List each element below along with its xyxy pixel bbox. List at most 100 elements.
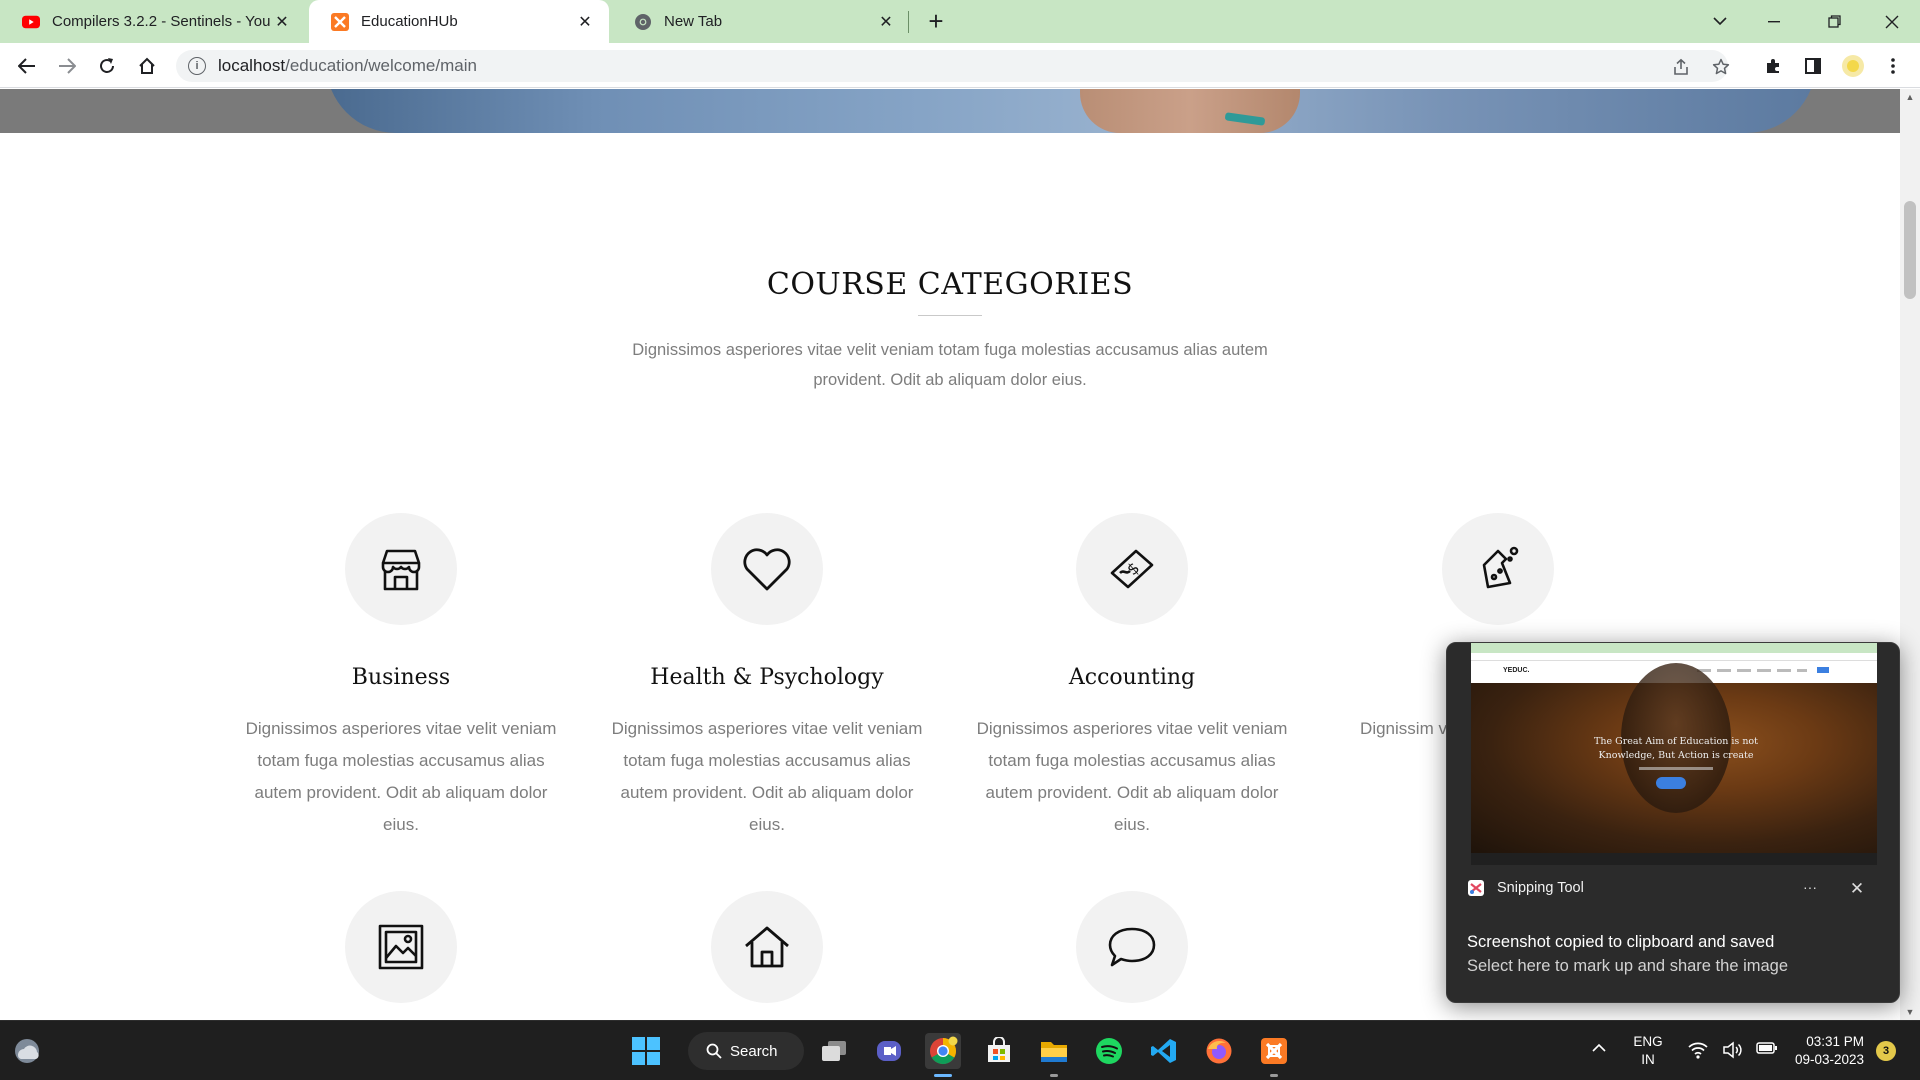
bookmark-star-icon[interactable] [1710, 56, 1732, 78]
windows-start-icon[interactable] [628, 1033, 664, 1069]
minimize-button[interactable] [1746, 0, 1802, 43]
page-scrollbar[interactable]: ▲ ▼ [1900, 89, 1920, 1020]
toast-app-name: Snipping Tool [1497, 880, 1584, 896]
home-button[interactable] [132, 51, 162, 81]
youtube-icon [22, 13, 40, 31]
home-icon [711, 891, 823, 1003]
thumbnail-nav-button [1817, 667, 1829, 673]
thumbnail-quote: The Great Aim of Education is not Knowle… [1594, 736, 1758, 761]
close-tab-icon[interactable]: ✕ [270, 10, 294, 34]
money-icon: $ [1076, 513, 1188, 625]
snipping-tool-icon [1468, 880, 1484, 896]
thumbnail-logo: YEDUC. [1503, 667, 1530, 674]
clock-date: 09-03-2023 [1794, 1052, 1864, 1067]
show-hidden-icons-chevron-icon[interactable] [1592, 1039, 1606, 1057]
xampp-icon [331, 12, 349, 31]
toast-body: Select here to mark up and share the ima… [1467, 957, 1789, 975]
close-window-button[interactable] [1864, 0, 1920, 43]
title-divider [918, 315, 982, 316]
back-button[interactable] [12, 51, 42, 81]
running-indicator [1050, 1074, 1058, 1077]
xampp-taskbar-icon[interactable] [1256, 1033, 1292, 1077]
category-name: Accounting [1068, 665, 1196, 690]
hero-image-bottom [0, 89, 1900, 133]
region-code: IN [1641, 1052, 1655, 1067]
volume-icon [1723, 1041, 1742, 1059]
thumbnail-nav-links [1697, 669, 1807, 672]
system-tray-icons[interactable] [1688, 1041, 1778, 1059]
reload-button[interactable] [92, 51, 122, 81]
category-name: Business [351, 665, 451, 690]
toast-close-button[interactable]: ✕ [1845, 877, 1869, 901]
url-text: localhost/education/welcome/main [218, 56, 477, 75]
category-description: Dignissimos asperiores vitae velit venia… [611, 719, 923, 834]
forward-button[interactable] [52, 51, 82, 81]
flask-icon [1442, 513, 1554, 625]
browser-tab-strip: Compilers 3.2.2 - Sentinels - YouTube ✕ … [0, 0, 1920, 43]
screenshot-thumbnail[interactable]: YEDUC. The Great Aim of Education is not… [1471, 643, 1877, 865]
clock-time: 03:31 PM [1806, 1034, 1864, 1049]
tab-title: Compilers 3.2.2 - Sentinels - YouTube [52, 13, 270, 30]
chrome-menu-icon[interactable] [1878, 51, 1908, 81]
close-tab-icon[interactable]: ✕ [573, 10, 597, 34]
heart-icon [711, 513, 823, 625]
weather-widget-icon[interactable] [12, 1037, 42, 1070]
notification-count-badge[interactable]: 3 [1876, 1041, 1896, 1061]
section-description: Dignissimos asperiores vitae velit venia… [632, 341, 1268, 389]
image-icon [345, 891, 457, 1003]
address-bar[interactable]: i localhost/education/welcome/main [176, 50, 1730, 82]
tab-educationhub[interactable]: EducationHUb ✕ [309, 0, 609, 43]
task-view-icon[interactable] [816, 1033, 852, 1069]
tab-youtube[interactable]: Compilers 3.2.2 - Sentinels - YouTube ✕ [0, 0, 306, 43]
battery-icon [1756, 1042, 1777, 1054]
language-code: ENG [1633, 1034, 1663, 1049]
snipping-tool-notification[interactable]: YEDUC. The Great Aim of Education is not… [1446, 642, 1900, 1003]
search-icon [706, 1043, 722, 1059]
tab-search-chevron-icon[interactable] [1692, 0, 1748, 43]
input-language-indicator[interactable]: ENG IN [1628, 1033, 1668, 1069]
spotify-icon[interactable] [1091, 1033, 1127, 1069]
thumbnail-toolbar [1471, 653, 1877, 661]
side-panel-icon[interactable] [1798, 51, 1828, 81]
vscode-icon[interactable] [1146, 1033, 1182, 1069]
running-indicator [1270, 1074, 1278, 1077]
scroll-down-arrow-icon[interactable]: ▼ [1900, 1004, 1920, 1020]
running-indicator [934, 1074, 952, 1077]
close-tab-icon[interactable]: ✕ [874, 10, 898, 34]
category-description: Dignissimos asperiores vitae velit venia… [976, 719, 1288, 834]
tab-title: New Tab [664, 13, 723, 30]
tab-new-tab[interactable]: New Tab ✕ [612, 0, 910, 43]
profile-avatar[interactable] [1838, 51, 1868, 81]
thumbnail-taskbar [1471, 853, 1877, 865]
file-explorer-icon[interactable] [1036, 1033, 1072, 1077]
tab-separator [908, 11, 909, 33]
share-icon[interactable] [1670, 56, 1692, 78]
toast-heading: Screenshot copied to clipboard and saved [1467, 933, 1775, 951]
category-name: Health & Psychology [650, 665, 884, 690]
firefox-icon[interactable] [1201, 1033, 1237, 1069]
thumbnail-subtext [1639, 767, 1713, 770]
site-info-icon[interactable]: i [188, 57, 206, 75]
thumbnail-hero: The Great Aim of Education is not Knowle… [1471, 663, 1877, 853]
windows-taskbar: Search ENG IN 03:31 PM 09-03-2023 3 [0, 1020, 1920, 1080]
clock[interactable]: 03:31 PM 09-03-2023 [1776, 1033, 1864, 1069]
teams-chat-icon[interactable] [871, 1033, 907, 1069]
scroll-up-arrow-icon[interactable]: ▲ [1900, 89, 1920, 105]
new-tab-button[interactable]: + [921, 6, 951, 36]
category-description: Dignissimos asperiores vitae velit venia… [245, 719, 557, 834]
hero-photo-wrist [1080, 89, 1300, 133]
thumbnail-tab-strip [1471, 643, 1877, 653]
extensions-icon[interactable] [1758, 51, 1788, 81]
store-icon [345, 513, 457, 625]
chrome-icon [634, 13, 652, 31]
chrome-taskbar-icon[interactable] [925, 1033, 961, 1077]
toast-app-header: Snipping Tool [1467, 879, 1584, 897]
scrollbar-thumb[interactable] [1904, 201, 1916, 299]
thumbnail-hero-button [1656, 777, 1686, 789]
wifi-icon [1688, 1042, 1708, 1059]
microsoft-store-icon[interactable] [981, 1033, 1017, 1069]
restore-button[interactable] [1806, 0, 1862, 43]
section-title: COURSE CATEGORIES [766, 267, 1134, 302]
taskbar-search-box[interactable]: Search [688, 1032, 804, 1070]
toast-more-options-button[interactable]: ··· [1795, 879, 1825, 899]
